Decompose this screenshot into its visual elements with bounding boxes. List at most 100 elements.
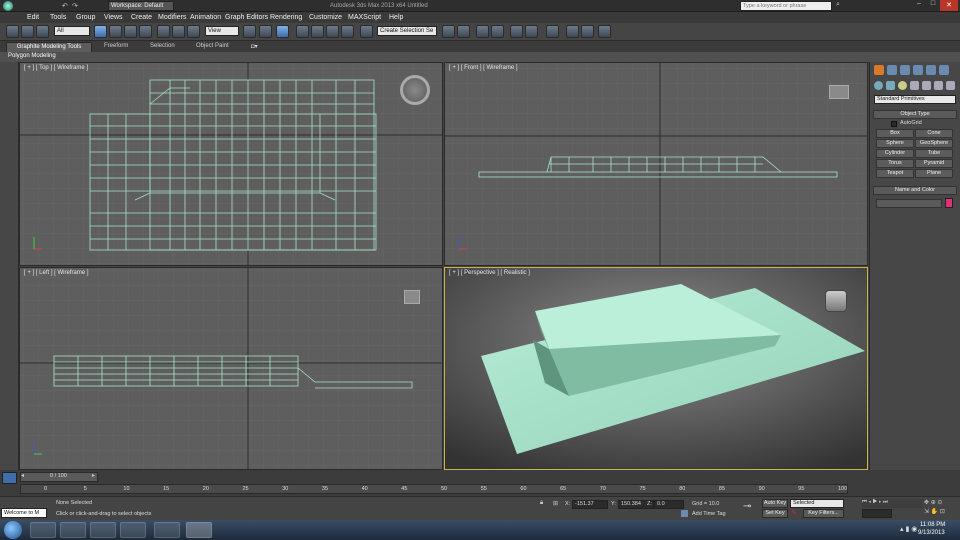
chrome-icon[interactable]	[30, 522, 56, 538]
render-production-icon[interactable]	[598, 25, 611, 38]
category-dropdown[interactable]: Standard Primitives	[874, 95, 956, 104]
mirror-icon[interactable]	[442, 25, 455, 38]
tube-button[interactable]: Tube	[915, 149, 953, 158]
snaps-toggle-icon[interactable]	[296, 25, 309, 38]
3dsmax-icon[interactable]	[186, 522, 212, 538]
motion-tab-icon[interactable]	[913, 65, 923, 75]
viewport-top[interactable]: [ + ] [ Top ] [ Wireframe ]	[19, 62, 443, 266]
key-filters-icon[interactable]: ✎	[791, 509, 797, 517]
reference-coordinate-dropdown[interactable]: View	[205, 26, 239, 36]
graphite-toggle-icon[interactable]	[491, 25, 504, 38]
z-coordinate-field[interactable]: 0.0	[654, 500, 684, 509]
spinner-snap-icon[interactable]	[341, 25, 354, 38]
rollout-name-and-color[interactable]: Name and Color	[873, 186, 957, 195]
cone-button[interactable]: Cone	[915, 129, 953, 138]
window-crossing-icon[interactable]	[139, 25, 152, 38]
start-button-icon[interactable]	[4, 521, 22, 539]
shapes-icon[interactable]	[886, 81, 895, 90]
playback-controls[interactable]: ⏮ ◂ ▶ ▸ ⏭	[862, 499, 922, 508]
lights-icon[interactable]	[898, 81, 907, 90]
bind-space-warp-icon[interactable]	[36, 25, 49, 38]
tab-freeform[interactable]: Freeform	[104, 43, 128, 49]
viewport-label-left[interactable]: [ + ] [ Left ] [ Wireframe ]	[24, 269, 89, 277]
viewport-label-perspective[interactable]: [ + ] [ Perspective ] [ Realistic ]	[449, 269, 530, 277]
absolute-mode-icon[interactable]: ⊞	[553, 500, 558, 507]
x-coordinate-field[interactable]: -151.37	[572, 500, 608, 509]
add-time-tag[interactable]: Add Time Tag	[692, 511, 726, 518]
pivot-center-icon[interactable]	[243, 25, 256, 38]
search-input[interactable]	[740, 1, 832, 11]
viewcube-icon[interactable]	[404, 290, 420, 304]
menu-help[interactable]: Help	[389, 13, 403, 22]
angle-snap-icon[interactable]	[311, 25, 324, 38]
cylinder-button[interactable]: Cylinder	[876, 149, 914, 158]
lock-selection-icon[interactable]: 🔒︎	[540, 500, 543, 507]
viewcube-icon[interactable]	[400, 75, 430, 105]
select-manipulate-icon[interactable]	[259, 25, 272, 38]
auto-key-button[interactable]: Auto Key	[762, 499, 788, 508]
tab-object-paint[interactable]: Object Paint	[196, 43, 229, 49]
time-slider-next-icon[interactable]: ▸	[92, 472, 95, 479]
image-viewer-icon[interactable]	[154, 522, 180, 538]
helpers-icon[interactable]	[922, 81, 931, 90]
current-frame-field[interactable]	[862, 509, 892, 518]
ribbon-subtab-polygon-modeling[interactable]: Polygon Modeling	[8, 53, 56, 59]
torus-button[interactable]: Torus	[876, 159, 914, 168]
search-icon[interactable]: ⌕	[836, 1, 840, 9]
time-tag-icon[interactable]	[681, 510, 688, 517]
viewport-left[interactable]: [ + ] [ Left ] [ Wireframe ]	[19, 267, 443, 470]
menu-create[interactable]: Create	[131, 13, 152, 22]
teapot-button[interactable]: Teapot	[876, 169, 914, 178]
display-tab-icon[interactable]	[926, 65, 936, 75]
key-mode-dropdown[interactable]: Selected	[790, 499, 844, 508]
object-color-swatch[interactable]	[945, 198, 953, 208]
tab-selection[interactable]: Selection	[150, 43, 175, 49]
plane-button[interactable]: Plane	[915, 169, 953, 178]
unlink-icon[interactable]	[21, 25, 34, 38]
menu-edit[interactable]: Edit	[27, 13, 39, 22]
menu-animation[interactable]: Animation	[190, 13, 221, 22]
excel-icon[interactable]	[90, 522, 116, 538]
tray-icons[interactable]: ▴ ▮ ◉	[900, 525, 917, 533]
object-name-field[interactable]	[876, 199, 942, 208]
quick-access-undo-icon[interactable]: ↶	[62, 2, 68, 10]
hierarchy-tab-icon[interactable]	[900, 65, 910, 75]
viewcube-icon[interactable]	[825, 290, 847, 312]
utilities-tab-icon[interactable]	[939, 65, 949, 75]
pyramid-button[interactable]: Pyramid	[915, 159, 953, 168]
create-tab-icon[interactable]	[874, 65, 884, 75]
keyboard-shortcut-override-icon[interactable]	[276, 25, 289, 38]
select-object-icon[interactable]	[94, 25, 107, 38]
minimize-button[interactable]: –	[912, 0, 926, 11]
align-icon[interactable]	[457, 25, 470, 38]
viewport-navigation-controls[interactable]: ✥ ⊕ ⊙ ⇲ ✋ ⊡	[924, 499, 958, 519]
cameras-icon[interactable]	[910, 81, 919, 90]
app-logo-icon[interactable]	[3, 1, 13, 11]
select-rotate-icon[interactable]	[172, 25, 185, 38]
link-icon[interactable]	[6, 25, 19, 38]
set-key-button[interactable]: Set Key	[762, 509, 788, 518]
maximize-button[interactable]: □	[926, 0, 940, 11]
mini-curve-editor-icon[interactable]	[2, 472, 17, 484]
material-editor-icon[interactable]	[546, 25, 559, 38]
select-move-icon[interactable]	[157, 25, 170, 38]
space-warps-icon[interactable]	[934, 81, 943, 90]
systems-icon[interactable]	[946, 81, 955, 90]
tab-graphite-modeling-tools[interactable]: Graphite Modeling Tools	[6, 42, 92, 52]
quick-access-redo-icon[interactable]: ↷	[72, 2, 78, 10]
modify-tab-icon[interactable]	[887, 65, 897, 75]
ribbon-options-icon[interactable]: ◘▾	[251, 43, 258, 50]
menu-maxscript[interactable]: MAXScript	[348, 13, 381, 22]
selection-filter-dropdown[interactable]: All	[54, 26, 90, 36]
named-selection-set-dropdown[interactable]: Create Selection Se	[377, 26, 437, 36]
menu-group[interactable]: Group	[76, 13, 95, 22]
select-by-name-icon[interactable]	[109, 25, 122, 38]
geosphere-button[interactable]: GeoSphere	[915, 139, 953, 148]
set-key-icon[interactable]: ⊸	[743, 501, 751, 512]
layer-manager-icon[interactable]	[476, 25, 489, 38]
sphere-button[interactable]: Sphere	[876, 139, 914, 148]
select-scale-icon[interactable]	[187, 25, 200, 38]
time-slider-prev-icon[interactable]: ◂	[21, 472, 24, 479]
menu-graph-editors[interactable]: Graph Editors	[225, 13, 268, 22]
viewport-front[interactable]: [ + ] [ Front ] [ Wireframe ]	[444, 62, 868, 266]
